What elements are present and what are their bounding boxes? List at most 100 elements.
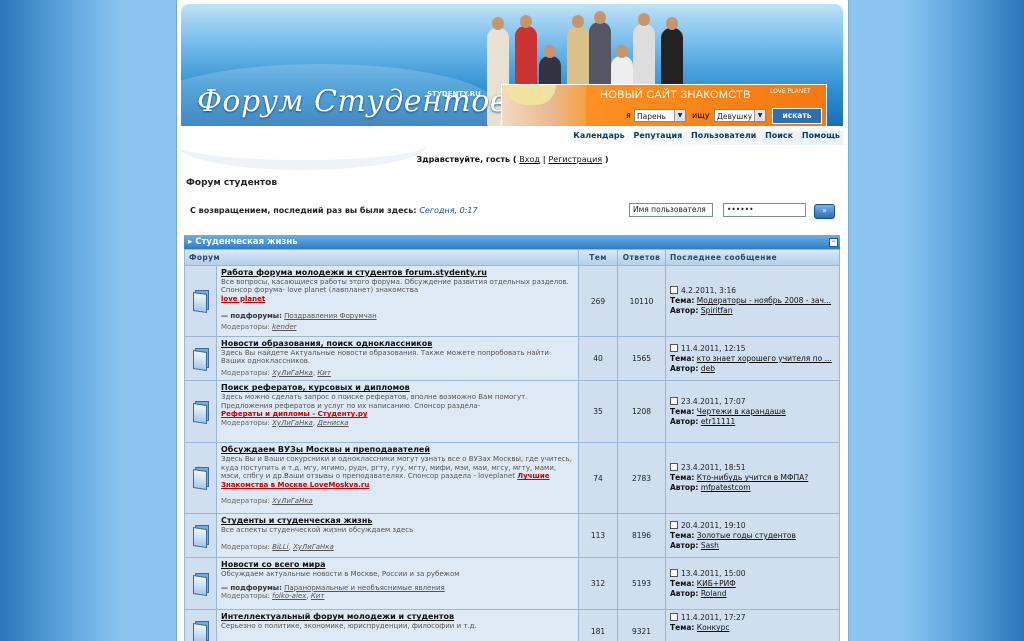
moderator-link[interactable]: ХуЛиГаНка	[272, 419, 313, 427]
login-submit-button[interactable]: »	[814, 204, 835, 219]
forum-link[interactable]: Новости образования, поиск однокласснико…	[221, 339, 574, 349]
topics-count: 74	[579, 443, 617, 514]
last-visit-time: Сегодня, 0:17	[419, 206, 478, 215]
table-row: Работа форума молодежи и студентов forum…	[185, 266, 839, 336]
topics-count: 35	[579, 381, 617, 443]
subforums: — подфорумы: Паранормальные и необъясним…	[221, 583, 445, 592]
forum-link[interactable]: Поиск рефератов, курсовых и дипломов	[221, 384, 574, 393]
last-author-link[interactable]: Spiritfan	[701, 306, 733, 315]
last-post: 23.4.2011, 17:07 Тема: Чертежи в каранда…	[666, 381, 839, 443]
moderators: Модераторы: ХуЛиГаНка, Дениска	[221, 418, 349, 427]
last-author-link[interactable]: Roland	[701, 589, 727, 598]
moderator-link[interactable]: Дениска	[317, 419, 348, 427]
forum-link[interactable]: Студенты и студенческая жизнь	[221, 517, 574, 526]
table-row: Студенты и студенческая жизнь Все аспект…	[185, 514, 839, 558]
topics-count: 269	[579, 266, 617, 336]
moderator-link[interactable]: Кит	[311, 592, 325, 600]
topics-count: 181	[579, 610, 617, 641]
folder-icon	[192, 467, 209, 491]
chevron-down-icon: ▼	[754, 110, 765, 121]
last-topic-link[interactable]: Золотые годы студентов	[697, 531, 796, 540]
replies-count: 5193	[618, 558, 665, 610]
last-author-link[interactable]: etr11111	[701, 417, 736, 426]
subforum-link[interactable]: Поздравления Форумчан	[284, 312, 377, 320]
last-author-link[interactable]: mfpatestcom	[701, 483, 751, 492]
moderators: Модераторы: kender	[221, 322, 297, 331]
page-icon	[670, 613, 678, 622]
main-nav: Календарь Репутация Пользователи Поиск П…	[181, 131, 843, 145]
last-topic-link[interactable]: КИБ+РИФ	[697, 579, 736, 588]
moderators: Модераторы: ХуЛиГаНка	[221, 497, 313, 506]
last-topic-link[interactable]: Конкурс	[697, 623, 730, 632]
password-input[interactable]: ••••••	[723, 203, 806, 217]
table-row: Обсуждаем ВУЗы Москвы и преподавателей З…	[185, 443, 839, 514]
page-icon	[670, 463, 678, 472]
last-post: 20.4.2011, 19:10 Тема: Золотые годы студ…	[666, 514, 839, 558]
nav-help[interactable]: Помощь	[802, 131, 840, 140]
category-title: Студенческая жизнь	[195, 237, 298, 247]
topics-count: 312	[579, 558, 617, 610]
dating-ad[interactable]: НОВЫЙ САЙТ ЗНАКОМСТВ LOVE PLANET я Парен…	[501, 84, 827, 126]
seek-select[interactable]: Девушку ▼	[714, 109, 766, 122]
moderator-link[interactable]: ХуЛиГаНка	[293, 543, 334, 551]
sponsor-link[interactable]: love planet	[221, 295, 574, 304]
ad-title: НОВЫЙ САЙТ ЗНАКОМСТВ	[600, 89, 751, 101]
forum-description: Все вопросы, касающиеся работы этого фор…	[221, 277, 569, 295]
nav-users[interactable]: Пользователи	[691, 131, 756, 140]
nav-calendar[interactable]: Календарь	[573, 131, 624, 140]
moderator-link[interactable]: folko-alex	[272, 592, 306, 600]
last-author-link[interactable]: Sash	[701, 541, 719, 550]
login-link[interactable]: Вход	[519, 155, 540, 164]
nav-search[interactable]: Поиск	[765, 131, 793, 140]
last-topic-link[interactable]: кто знает хорошего учителя по ...	[697, 354, 832, 363]
last-topic-link[interactable]: Модераторы - ноябрь 2008 - зач...	[697, 296, 831, 305]
page-icon	[670, 396, 678, 405]
moderator-link[interactable]: BiLLi	[272, 543, 289, 551]
moderator-link[interactable]: Кит	[317, 369, 331, 377]
header-banner: Форум Студентов STYDENTY.RU НОВЫЙ САЙТ З…	[181, 4, 843, 126]
page-icon	[670, 568, 678, 577]
moderator-link[interactable]: ХуЛиГаНка	[272, 369, 313, 377]
forum-link[interactable]: Новости со всего мира	[221, 561, 574, 570]
chevron-down-icon: ▼	[674, 110, 685, 121]
nav-reputation[interactable]: Репутация	[634, 131, 683, 140]
forum-description: Все аспекты студенческой жизни обсуждаем…	[221, 525, 414, 534]
last-topic-link[interactable]: Чертежи в карандаше	[697, 407, 786, 416]
replies-count: 8196	[618, 514, 665, 558]
subforum-link[interactable]: Паранормальные и необъяснимые явления	[284, 584, 445, 592]
folder-icon	[192, 347, 209, 371]
moderator-link[interactable]: kender	[272, 323, 296, 331]
page-icon	[670, 343, 678, 352]
forum-link[interactable]: Интеллектуальный форум молодежи и студен…	[221, 613, 574, 622]
folder-icon	[192, 400, 209, 424]
table-row: Новости образования, поиск однокласснико…	[185, 337, 839, 381]
last-post: 11.4.2011, 17:27 Тема: Конкурс	[666, 610, 839, 641]
topics-count: 40	[579, 337, 617, 381]
replies-count: 1565	[618, 337, 665, 381]
ad-label-seek: ищу	[692, 111, 710, 120]
category-header[interactable]: ▸ Студенческая жизнь −	[184, 235, 840, 249]
last-post: 23.4.2011, 18:51 Тема: Кто-нибудь учится…	[666, 443, 839, 514]
gender-select[interactable]: Парень ▼	[634, 109, 686, 122]
col-topics: Тем	[579, 250, 617, 265]
replies-count: 2783	[618, 443, 665, 514]
forum-link[interactable]: Работа форума молодежи и студентов forum…	[221, 268, 574, 278]
sponsor-link[interactable]: Рефераты и дипломы - Студенту.ру	[221, 410, 574, 419]
last-author-link[interactable]: deb	[701, 364, 715, 373]
replies-count: 10110	[618, 266, 665, 336]
last-topic-link[interactable]: Кто-нибудь учится в МФПА?	[697, 473, 808, 482]
site-domain: STYDENTY.RU	[427, 90, 481, 98]
forum-description: Здесь можно сделать запрос о поиске рефе…	[221, 392, 528, 410]
moderator-link[interactable]: ХуЛиГаНка	[272, 497, 313, 505]
folder-icon	[192, 524, 209, 548]
ad-search-button[interactable]: искать	[772, 108, 822, 124]
register-link[interactable]: Регистрация	[548, 155, 602, 164]
forum-link[interactable]: Обсуждаем ВУЗы Москвы и преподавателей	[221, 446, 574, 455]
username-input[interactable]: Имя пользователя	[629, 203, 713, 217]
page-title[interactable]: Форум студентов	[186, 178, 277, 188]
collapse-icon[interactable]: −	[829, 238, 838, 247]
folder-icon	[192, 572, 209, 596]
col-replies: Ответов	[618, 250, 665, 265]
forum-description: Здесь Вы найдете Актуальные новости обра…	[221, 348, 549, 366]
page: Форум Студентов STYDENTY.RU НОВЫЙ САЙТ З…	[176, 0, 849, 641]
